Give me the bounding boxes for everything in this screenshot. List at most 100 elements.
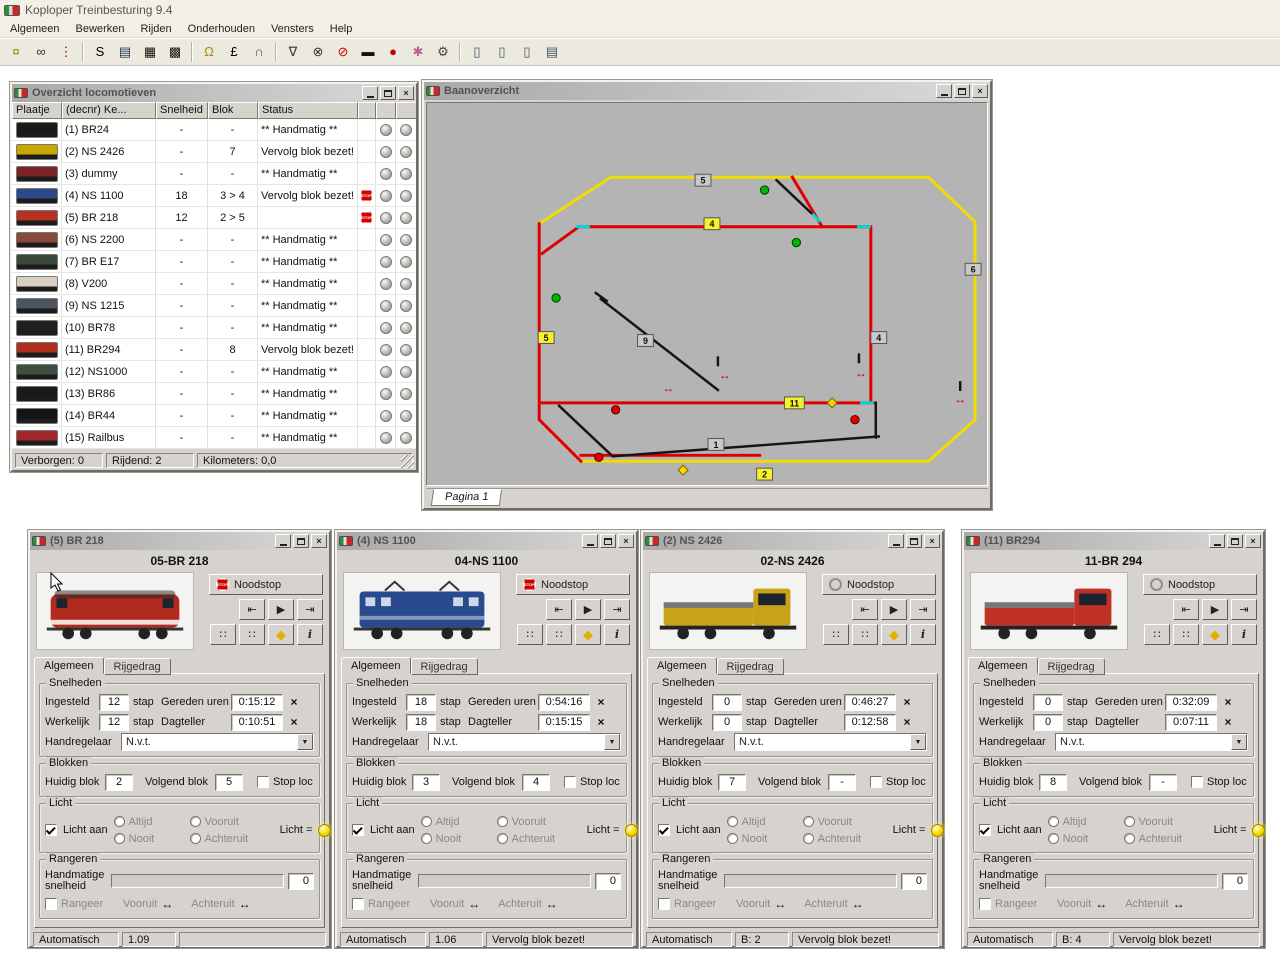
loco-indicator-led[interactable] — [400, 365, 412, 378]
currency-icon-button[interactable]: £ — [222, 40, 246, 63]
tab-rijgedrag[interactable]: Rijgedrag — [1037, 658, 1105, 675]
minimize-button[interactable] — [582, 534, 598, 548]
loco-indicator-led[interactable] — [379, 321, 392, 334]
vooruit-radio[interactable] — [802, 816, 814, 827]
monitor-icon-button[interactable]: ▤ — [113, 40, 137, 63]
loco-indicator-led[interactable] — [400, 145, 412, 158]
table-row[interactable]: (14) BR44- - ** Handmatig ** — [12, 405, 416, 427]
signal-red[interactable] — [594, 452, 604, 462]
loco-indicator-led[interactable] — [379, 211, 392, 224]
loco-indicator-led[interactable] — [379, 123, 392, 136]
werkelijk-field[interactable]: 18 — [406, 713, 436, 731]
route-a-button[interactable]: ∷ — [210, 624, 236, 645]
loco-indicator-led[interactable] — [379, 387, 392, 400]
window-titlebar[interactable]: (4) NS 1100 × — [337, 532, 636, 550]
loco-indicator-led[interactable] — [379, 299, 392, 312]
glasses-icon-button[interactable]: ∞ — [29, 40, 53, 63]
route-a-button[interactable]: ∷ — [517, 624, 543, 645]
gereden-uren-field[interactable]: 0:32:09 — [1165, 693, 1217, 711]
column-header[interactable] — [358, 102, 376, 119]
maximize-button[interactable] — [906, 534, 922, 548]
start-button[interactable]: ▶ — [881, 599, 907, 620]
direction-arrow[interactable]: ↔ — [855, 366, 867, 380]
ingesteld-field[interactable]: 0 — [1033, 693, 1063, 711]
bell-icon-button[interactable]: Ω — [197, 40, 221, 63]
signal-green[interactable] — [551, 293, 561, 303]
manual-speed-slider[interactable] — [1045, 874, 1218, 888]
maximize-button[interactable] — [954, 84, 970, 98]
ingesteld-field[interactable]: 12 — [99, 693, 129, 711]
nooit-radio[interactable] — [113, 833, 125, 844]
table-row[interactable]: (7) BR E17- - ** Handmatig ** — [12, 251, 416, 273]
printer-icon-button[interactable]: ▤ — [540, 40, 564, 63]
signal-red[interactable] — [850, 415, 860, 425]
handregelaar-select[interactable]: N.v.t. ▼ — [734, 733, 927, 751]
block-grid2-icon-button[interactable]: ▩ — [163, 40, 187, 63]
column-header[interactable] — [396, 102, 416, 119]
traffic-light-icon-button[interactable]: ⋮ — [54, 40, 78, 63]
record-icon-button[interactable]: ● — [381, 40, 405, 63]
signal-button[interactable]: ◆ — [268, 624, 294, 645]
loco-indicator-led[interactable] — [400, 387, 412, 400]
altijd-radio[interactable] — [113, 816, 125, 827]
shunt-left-button[interactable]: ⇤ — [546, 599, 572, 620]
tab-rijgedrag[interactable]: Rijgedrag — [103, 658, 171, 675]
chevron-down-icon[interactable]: ▼ — [910, 734, 926, 750]
dagteller-field[interactable]: 0:12:58 — [844, 713, 896, 731]
loco-indicator-led[interactable] — [400, 343, 412, 356]
loco-indicator-led[interactable] — [400, 167, 412, 180]
loco-indicator-led[interactable] — [379, 343, 392, 356]
achteruit-radio[interactable] — [496, 833, 508, 844]
table-row[interactable]: (10) BR78- - ** Handmatig ** — [12, 317, 416, 339]
volgend-blok-field[interactable]: 4 — [522, 773, 550, 791]
left-right-arrows-icon[interactable]: ↔ — [1173, 897, 1185, 911]
dagteller-field[interactable]: 0:07:11 — [1165, 713, 1217, 731]
loco-indicator-led[interactable] — [400, 233, 412, 246]
no-entry-icon-button[interactable]: ⊘ — [331, 40, 355, 63]
signal-button[interactable]: ◆ — [575, 624, 601, 645]
loco-indicator-led[interactable] — [379, 255, 392, 268]
achteruit-radio[interactable] — [802, 833, 814, 844]
left-right-arrows-icon[interactable]: ↔ — [1095, 897, 1107, 911]
table-row[interactable]: (9) NS 1215- - ** Handmatig ** — [12, 295, 416, 317]
dagteller-field[interactable]: 0:10:51 — [231, 713, 283, 731]
rangeer-checkbox[interactable] — [658, 898, 670, 910]
left-right-arrows-icon[interactable]: ↔ — [852, 897, 864, 911]
vooruit-radio[interactable] — [496, 816, 508, 827]
column-header[interactable]: Plaatje — [12, 102, 62, 119]
stop-loc-checkbox[interactable] — [870, 776, 882, 788]
speed-icon-button[interactable]: S — [88, 40, 112, 63]
info-button[interactable]: i — [910, 624, 936, 645]
close-button[interactable]: × — [311, 534, 327, 548]
loco-indicator-led[interactable] — [379, 277, 392, 290]
emergency-stop-button[interactable]: STOP Noodstop — [822, 574, 936, 595]
clear-dagteller-button[interactable]: × — [287, 715, 301, 729]
loco-indicator-led[interactable] — [379, 189, 392, 202]
ingesteld-field[interactable]: 0 — [712, 693, 742, 711]
close-button[interactable]: × — [1245, 534, 1261, 548]
signal-button[interactable]: ◆ — [1202, 624, 1228, 645]
start-button[interactable]: ▶ — [575, 599, 601, 620]
shunt-left-button[interactable]: ⇤ — [852, 599, 878, 620]
gear-icon-button[interactable]: ⚙ — [431, 40, 455, 63]
clear-gereden-button[interactable]: × — [900, 695, 914, 709]
manual-speed-slider[interactable] — [418, 874, 591, 888]
document-icon-button[interactable]: ▯ — [465, 40, 489, 63]
left-right-arrows-icon[interactable]: ↔ — [774, 897, 786, 911]
clear-gereden-button[interactable]: × — [1221, 695, 1235, 709]
minimize-button[interactable] — [275, 534, 291, 548]
menu-vensters[interactable]: Vensters — [263, 21, 322, 37]
manual-speed-slider[interactable] — [724, 874, 897, 888]
window-titlebar[interactable]: (11) BR294 × — [964, 532, 1263, 550]
dagteller-field[interactable]: 0:15:15 — [538, 713, 590, 731]
info-button[interactable]: i — [1231, 624, 1257, 645]
minimize-button[interactable] — [362, 86, 378, 100]
maximize-button[interactable] — [380, 86, 396, 100]
tab-algemeen[interactable]: Algemeen — [647, 657, 717, 674]
signal-green[interactable] — [791, 237, 802, 248]
direction-arrow[interactable]: ↔ — [954, 392, 966, 406]
loco-indicator-led[interactable] — [400, 431, 412, 444]
close-button[interactable]: × — [924, 534, 940, 548]
route-b-button[interactable]: ∷ — [239, 624, 265, 645]
document3-icon-button[interactable]: ▯ — [515, 40, 539, 63]
